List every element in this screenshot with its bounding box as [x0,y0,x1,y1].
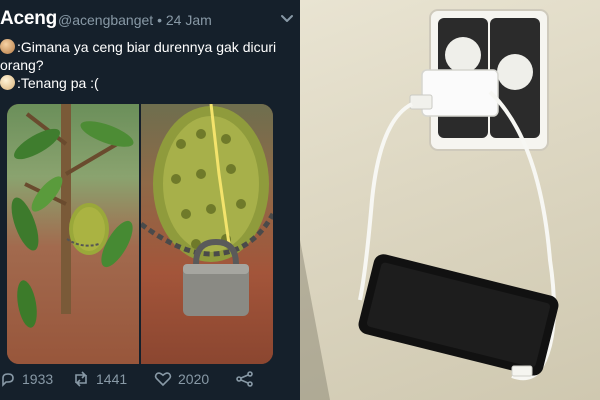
handle-and-time[interactable]: @acengbanget • 24 Jam [58,12,212,28]
tweet-media[interactable] [7,104,273,364]
tweet-text-line-1: :Gimana ya ceng biar durennya gak dicuri [0,38,276,56]
display-name[interactable]: Aceng [0,8,57,30]
retweet-button[interactable]: 1441 [72,368,127,390]
heart-icon [154,372,172,387]
durian-tree-photo[interactable] [7,104,139,364]
man-face-icon [0,39,15,54]
tweet-text-3: :Tenang pa :( [17,75,99,91]
tweet-card: Aceng @acengbanget • 24 Jam :Gimana ya c… [0,0,300,400]
phone-charging-illustration [300,9,559,400]
durian-tree-illustration [11,104,134,328]
durian-lock-illustration [139,104,273,316]
tweet-text-line-2: orang? [0,56,44,74]
like-button[interactable]: 2020 [154,368,209,390]
reply-count: 1933 [22,371,54,387]
like-count: 2020 [178,371,210,387]
retweet-icon [75,371,87,387]
tweet-text-1: :Gimana ya ceng biar durennya gak dicuri [17,39,277,55]
phone-charging-photo [300,0,600,400]
tweet-text-2: orang? [0,57,44,73]
share-icon [236,371,253,387]
reply-icon [2,373,14,387]
share-button[interactable] [236,368,260,390]
reply-button[interactable]: 1933 [0,368,53,390]
durian-lock-photo[interactable] [139,104,273,364]
pleading-face-icon [0,75,15,90]
tweet-actions: 1933 1441 2020 [0,368,300,392]
tweet-header: Aceng @acengbanget • 24 Jam [0,8,300,36]
retweet-count: 1441 [96,371,128,387]
chevron-down-icon[interactable] [279,11,295,27]
tweet-text-line-3: :Tenang pa :( [0,74,99,92]
